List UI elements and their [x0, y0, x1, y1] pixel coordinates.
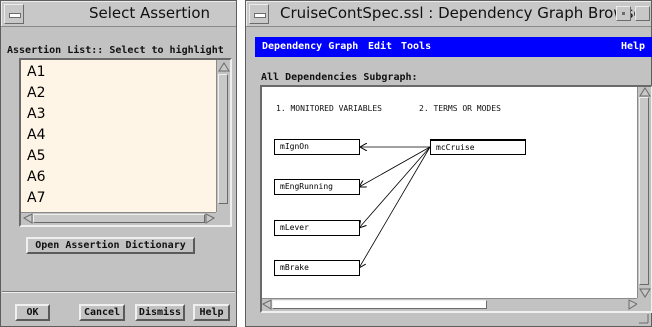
node-mIgnOn[interactable]: mIgnOn	[274, 139, 360, 155]
list-horizontal-scroll-thumb[interactable]	[33, 214, 205, 223]
list-horizontal-scrollbar[interactable]	[21, 212, 217, 225]
assertion-list[interactable]: A1 A2 A3 A4 A5 A6 A7	[21, 60, 217, 212]
menu-dependency-graph[interactable]: Dependency Graph	[262, 41, 358, 52]
list-vertical-scroll-thumb[interactable]	[218, 74, 228, 204]
scroll-down-arrow-icon[interactable]	[639, 288, 651, 298]
window-title: Select Assertion	[89, 4, 211, 22]
title-bar[interactable]: Select Assertion	[1, 1, 236, 27]
scroll-corner	[216, 212, 230, 225]
subgraph-caption: All Dependencies Subgraph:	[261, 72, 418, 83]
node-mEngRunning[interactable]: mEngRunning	[274, 179, 360, 195]
resize-grip-icon[interactable]	[639, 314, 649, 324]
scroll-right-arrow-icon[interactable]	[204, 213, 216, 224]
graph-vertical-scrollbar[interactable]	[637, 87, 651, 298]
open-assertion-dictionary-button[interactable]: Open Assertion Dictionary	[26, 237, 195, 254]
list-item-a2[interactable]: A2	[27, 85, 45, 101]
minimize-icon[interactable]	[616, 6, 631, 21]
scroll-up-arrow-icon[interactable]	[639, 87, 651, 97]
dismiss-button[interactable]: Dismiss	[135, 304, 185, 321]
column-header-monitored: 1. MONITORED VARIABLES	[276, 104, 382, 113]
list-item-a1[interactable]: A1	[27, 64, 45, 80]
edge-mcCruise-mBrake	[359, 146, 431, 268]
node-mLever[interactable]: mLever	[274, 220, 360, 236]
menu-edit[interactable]: Edit	[368, 41, 392, 52]
scroll-up-arrow-icon[interactable]	[218, 61, 230, 73]
list-item-a3[interactable]: A3	[27, 106, 45, 122]
column-header-terms: 2. TERMS OR MODES	[419, 104, 501, 113]
graph-horizontal-scrollbar[interactable]	[262, 298, 638, 311]
ok-button[interactable]: OK	[15, 304, 50, 321]
node-mBrake[interactable]: mBrake	[274, 260, 360, 276]
graph-vertical-scroll-thumb[interactable]	[639, 97, 649, 285]
dependency-graph-browser-window: CruiseContSpec.ssl : Dependency Graph Br…	[245, 0, 652, 327]
graph-canvas[interactable]: 1. MONITORED VARIABLES 2. TERMS OR MODES…	[262, 87, 638, 298]
node-mcCruise[interactable]: mcCruise	[430, 139, 526, 155]
window-title: CruiseContSpec.ssl : Dependency Graph Br…	[280, 4, 649, 22]
maximize-icon[interactable]	[635, 6, 650, 21]
assertion-list-box: A1 A2 A3 A4 A5 A6 A7	[19, 58, 232, 227]
title-bar[interactable]: CruiseContSpec.ssl : Dependency Graph Br…	[246, 1, 651, 27]
edge-mcCruise-mEngRunning	[359, 146, 431, 187]
menu-help[interactable]: Help	[621, 41, 645, 52]
list-item-a6[interactable]: A6	[27, 169, 45, 185]
scroll-corner	[637, 298, 651, 311]
list-item-a4[interactable]: A4	[27, 127, 45, 143]
help-button[interactable]: Help	[193, 304, 230, 321]
edge-mcCruise-mLever	[359, 146, 431, 228]
list-item-a5[interactable]: A5	[27, 148, 45, 164]
graph-horizontal-scroll-thumb[interactable]	[272, 300, 487, 309]
list-item-a7[interactable]: A7	[27, 190, 45, 206]
window-menu-icon[interactable]	[249, 4, 269, 24]
cancel-button[interactable]: Cancel	[79, 304, 125, 321]
menu-bar: Dependency Graph Edit Tools Help	[255, 37, 652, 57]
separator	[2, 291, 235, 293]
graph-viewport: 1. MONITORED VARIABLES 2. TERMS OR MODES…	[260, 85, 652, 313]
menu-tools[interactable]: Tools	[401, 41, 431, 52]
window-menu-icon[interactable]	[4, 4, 24, 24]
scroll-left-arrow-icon[interactable]	[262, 299, 272, 310]
list-vertical-scrollbar[interactable]	[216, 60, 230, 212]
select-assertion-window: Select Assertion Assertion List:: Select…	[0, 0, 237, 327]
assertion-list-caption: Assertion List:: Select to highlight	[7, 45, 224, 56]
